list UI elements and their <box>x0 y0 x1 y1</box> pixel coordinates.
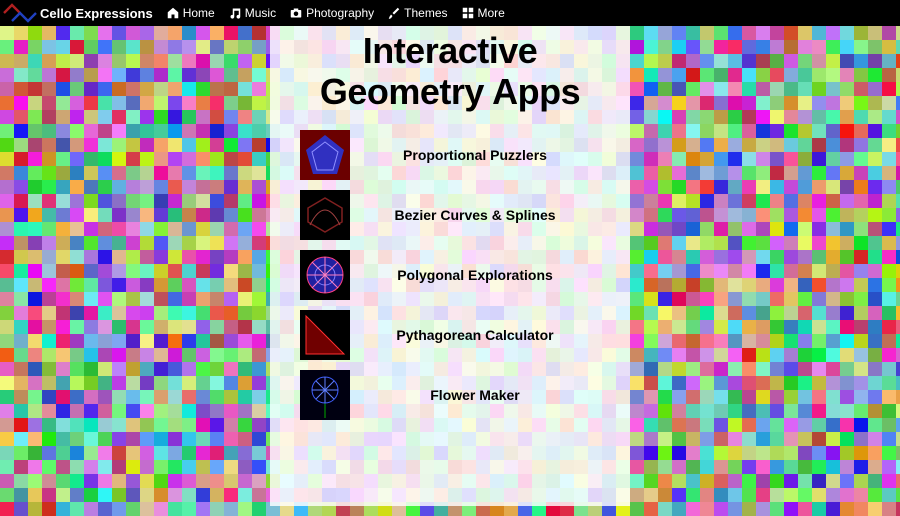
nav-label: Home <box>183 6 215 20</box>
content-panel: Interactive Geometry Apps Proportional P… <box>270 26 630 506</box>
app-row-flower[interactable]: Flower Maker <box>270 367 630 423</box>
title-line: Geometry Apps <box>320 71 580 112</box>
nav-label: Photography <box>306 6 374 20</box>
app-list: Proportional Puzzlers Bezier Curves & Sp… <box>270 127 630 423</box>
app-thumb <box>300 190 350 240</box>
home-icon <box>167 7 179 19</box>
app-thumb <box>300 250 350 300</box>
nav-label: Themes <box>404 6 447 20</box>
nav-home[interactable]: Home <box>167 6 215 20</box>
title-line: Interactive <box>363 30 538 71</box>
grid-icon <box>462 7 474 19</box>
app-row-bezier[interactable]: Bezier Curves & Splines <box>270 187 630 243</box>
app-label: Flower Maker <box>350 387 630 403</box>
top-nav: Cello Expressions Home Music Photography… <box>0 0 900 26</box>
camera-icon <box>290 7 302 19</box>
app-label: Polygonal Explorations <box>350 267 630 283</box>
nav-music[interactable]: Music <box>229 6 276 20</box>
nav-more[interactable]: More <box>462 6 505 20</box>
nav-label: Music <box>245 6 276 20</box>
app-thumb <box>300 310 350 360</box>
page-title: Interactive Geometry Apps <box>270 30 630 113</box>
app-row-polygonal[interactable]: Polygonal Explorations <box>270 247 630 303</box>
nav-label: More <box>478 6 505 20</box>
app-label: Bezier Curves & Splines <box>350 207 630 223</box>
app-row-proportional-puzzlers[interactable]: Proportional Puzzlers <box>270 127 630 183</box>
brush-icon <box>388 7 400 19</box>
brand-title[interactable]: Cello Expressions <box>40 6 153 21</box>
music-icon <box>229 7 241 19</box>
logo-icon[interactable] <box>0 0 40 26</box>
app-thumb <box>300 130 350 180</box>
app-label: Pythagorean Calculator <box>350 327 630 343</box>
app-label: Proportional Puzzlers <box>350 147 630 163</box>
nav-photography[interactable]: Photography <box>290 6 374 20</box>
app-row-pythagorean[interactable]: Pythagorean Calculator <box>270 307 630 363</box>
nav-themes[interactable]: Themes <box>388 6 447 20</box>
app-thumb <box>300 370 350 420</box>
